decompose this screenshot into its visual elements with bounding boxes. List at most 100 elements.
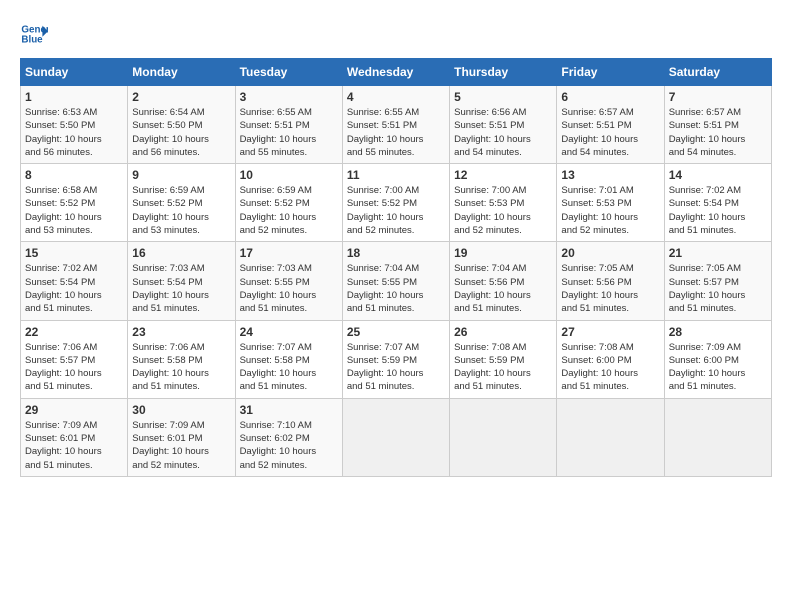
day-number: 16 <box>132 246 230 260</box>
day-number: 15 <box>25 246 123 260</box>
calendar-cell: 6 Sunrise: 6:57 AMSunset: 5:51 PMDaylight… <box>557 86 664 164</box>
header-wednesday: Wednesday <box>342 59 449 86</box>
header-friday: Friday <box>557 59 664 86</box>
day-number: 11 <box>347 168 445 182</box>
day-number: 28 <box>669 325 767 339</box>
day-number: 3 <box>240 90 338 104</box>
day-info: Sunrise: 7:06 AMSunset: 5:57 PMDaylight:… <box>25 341 123 394</box>
header-thursday: Thursday <box>450 59 557 86</box>
calendar-cell: 15 Sunrise: 7:02 AMSunset: 5:54 PMDayligh… <box>21 242 128 320</box>
calendar-cell: 11 Sunrise: 7:00 AMSunset: 5:52 PMDayligh… <box>342 164 449 242</box>
day-info: Sunrise: 6:59 AMSunset: 5:52 PMDaylight:… <box>132 184 230 237</box>
calendar-cell: 31Sunrise: 7:10 AMSunset: 6:02 PMDayligh… <box>235 398 342 476</box>
day-number: 5 <box>454 90 552 104</box>
calendar-cell: 4 Sunrise: 6:55 AMSunset: 5:51 PMDaylight… <box>342 86 449 164</box>
calendar-cell <box>342 398 449 476</box>
day-info: Sunrise: 7:06 AMSunset: 5:58 PMDaylight:… <box>132 341 230 394</box>
day-number: 19 <box>454 246 552 260</box>
day-number: 6 <box>561 90 659 104</box>
calendar-week-5: 29 Sunrise: 7:09 AMSunset: 6:01 PMDayligh… <box>21 398 772 476</box>
day-number: 18 <box>347 246 445 260</box>
day-info: Sunrise: 7:09 AMSunset: 6:00 PMDaylight:… <box>669 341 767 394</box>
header-monday: Monday <box>128 59 235 86</box>
calendar-cell: 24 Sunrise: 7:07 AMSunset: 5:58 PMDayligh… <box>235 320 342 398</box>
day-number: 20 <box>561 246 659 260</box>
calendar-cell: 14 Sunrise: 7:02 AMSunset: 5:54 PMDayligh… <box>664 164 771 242</box>
calendar-cell: 19 Sunrise: 7:04 AMSunset: 5:56 PMDayligh… <box>450 242 557 320</box>
calendar-cell: 7 Sunrise: 6:57 AMSunset: 5:51 PMDaylight… <box>664 86 771 164</box>
svg-text:Blue: Blue <box>21 34 43 45</box>
day-info: Sunrise: 7:03 AMSunset: 5:55 PMDaylight:… <box>240 262 338 315</box>
day-info: Sunrise: 7:04 AMSunset: 5:55 PMDaylight:… <box>347 262 445 315</box>
day-info: Sunrise: 6:55 AMSunset: 5:51 PMDaylight:… <box>240 106 338 159</box>
calendar-cell: 20 Sunrise: 7:05 AMSunset: 5:56 PMDayligh… <box>557 242 664 320</box>
day-info: Sunrise: 7:10 AMSunset: 6:02 PMDaylight:… <box>240 419 338 472</box>
header-row: Sunday Monday Tuesday Wednesday Thursday… <box>21 59 772 86</box>
calendar-cell: 1Sunrise: 6:53 AMSunset: 5:50 PMDaylight… <box>21 86 128 164</box>
calendar-week-1: 1Sunrise: 6:53 AMSunset: 5:50 PMDaylight… <box>21 86 772 164</box>
day-info: Sunrise: 7:05 AMSunset: 5:56 PMDaylight:… <box>561 262 659 315</box>
day-info: Sunrise: 7:02 AMSunset: 5:54 PMDaylight:… <box>25 262 123 315</box>
calendar-cell: 16 Sunrise: 7:03 AMSunset: 5:54 PMDayligh… <box>128 242 235 320</box>
day-info: Sunrise: 7:09 AMSunset: 6:01 PMDaylight:… <box>25 419 123 472</box>
day-number: 26 <box>454 325 552 339</box>
calendar-cell: 27Sunrise: 7:08 AMSunset: 6:00 PMDayligh… <box>557 320 664 398</box>
calendar-week-2: 8Sunrise: 6:58 AMSunset: 5:52 PMDaylight… <box>21 164 772 242</box>
header-saturday: Saturday <box>664 59 771 86</box>
calendar-cell: 23 Sunrise: 7:06 AMSunset: 5:58 PMDayligh… <box>128 320 235 398</box>
calendar-cell: 10Sunrise: 6:59 AMSunset: 5:52 PMDayligh… <box>235 164 342 242</box>
day-number: 10 <box>240 168 338 182</box>
day-number: 4 <box>347 90 445 104</box>
calendar-cell <box>557 398 664 476</box>
day-info: Sunrise: 7:04 AMSunset: 5:56 PMDaylight:… <box>454 262 552 315</box>
calendar-cell: 25 Sunrise: 7:07 AMSunset: 5:59 PMDayligh… <box>342 320 449 398</box>
day-info: Sunrise: 6:54 AMSunset: 5:50 PMDaylight:… <box>132 106 230 159</box>
day-number: 21 <box>669 246 767 260</box>
day-info: Sunrise: 7:07 AMSunset: 5:58 PMDaylight:… <box>240 341 338 394</box>
day-number: 14 <box>669 168 767 182</box>
page-header: General Blue <box>20 20 772 48</box>
day-info: Sunrise: 6:57 AMSunset: 5:51 PMDaylight:… <box>669 106 767 159</box>
calendar-cell: 9 Sunrise: 6:59 AMSunset: 5:52 PMDaylight… <box>128 164 235 242</box>
day-number: 22 <box>25 325 123 339</box>
day-number: 25 <box>347 325 445 339</box>
day-number: 30 <box>132 403 230 417</box>
day-info: Sunrise: 6:56 AMSunset: 5:51 PMDaylight:… <box>454 106 552 159</box>
day-number: 8 <box>25 168 123 182</box>
calendar-cell: 3 Sunrise: 6:55 AMSunset: 5:51 PMDaylight… <box>235 86 342 164</box>
day-number: 1 <box>25 90 123 104</box>
calendar-week-4: 22 Sunrise: 7:06 AMSunset: 5:57 PMDayligh… <box>21 320 772 398</box>
calendar-cell: 21Sunrise: 7:05 AMSunset: 5:57 PMDayligh… <box>664 242 771 320</box>
day-info: Sunrise: 7:08 AMSunset: 6:00 PMDaylight:… <box>561 341 659 394</box>
calendar-cell: 30 Sunrise: 7:09 AMSunset: 6:01 PMDayligh… <box>128 398 235 476</box>
calendar-cell: 18 Sunrise: 7:04 AMSunset: 5:55 PMDayligh… <box>342 242 449 320</box>
day-info: Sunrise: 7:00 AMSunset: 5:52 PMDaylight:… <box>347 184 445 237</box>
day-number: 2 <box>132 90 230 104</box>
day-info: Sunrise: 7:00 AMSunset: 5:53 PMDaylight:… <box>454 184 552 237</box>
calendar-cell: 12Sunrise: 7:00 AMSunset: 5:53 PMDayligh… <box>450 164 557 242</box>
calendar-cell: 29 Sunrise: 7:09 AMSunset: 6:01 PMDayligh… <box>21 398 128 476</box>
calendar-cell: 26Sunrise: 7:08 AMSunset: 5:59 PMDayligh… <box>450 320 557 398</box>
day-info: Sunrise: 6:57 AMSunset: 5:51 PMDaylight:… <box>561 106 659 159</box>
day-number: 29 <box>25 403 123 417</box>
logo-icon: General Blue <box>20 20 48 48</box>
logo: General Blue <box>20 20 52 48</box>
day-info: Sunrise: 6:55 AMSunset: 5:51 PMDaylight:… <box>347 106 445 159</box>
day-info: Sunrise: 7:01 AMSunset: 5:53 PMDaylight:… <box>561 184 659 237</box>
day-info: Sunrise: 7:03 AMSunset: 5:54 PMDaylight:… <box>132 262 230 315</box>
day-number: 17 <box>240 246 338 260</box>
day-info: Sunrise: 7:02 AMSunset: 5:54 PMDaylight:… <box>669 184 767 237</box>
day-number: 7 <box>669 90 767 104</box>
day-info: Sunrise: 7:07 AMSunset: 5:59 PMDaylight:… <box>347 341 445 394</box>
calendar-cell: 28 Sunrise: 7:09 AMSunset: 6:00 PMDayligh… <box>664 320 771 398</box>
calendar-cell: 8Sunrise: 6:58 AMSunset: 5:52 PMDaylight… <box>21 164 128 242</box>
day-number: 9 <box>132 168 230 182</box>
calendar-cell: 17 Sunrise: 7:03 AMSunset: 5:55 PMDayligh… <box>235 242 342 320</box>
calendar-cell <box>664 398 771 476</box>
day-info: Sunrise: 7:09 AMSunset: 6:01 PMDaylight:… <box>132 419 230 472</box>
calendar-week-3: 15 Sunrise: 7:02 AMSunset: 5:54 PMDayligh… <box>21 242 772 320</box>
day-number: 13 <box>561 168 659 182</box>
day-number: 23 <box>132 325 230 339</box>
calendar-cell: 5 Sunrise: 6:56 AMSunset: 5:51 PMDaylight… <box>450 86 557 164</box>
day-number: 24 <box>240 325 338 339</box>
